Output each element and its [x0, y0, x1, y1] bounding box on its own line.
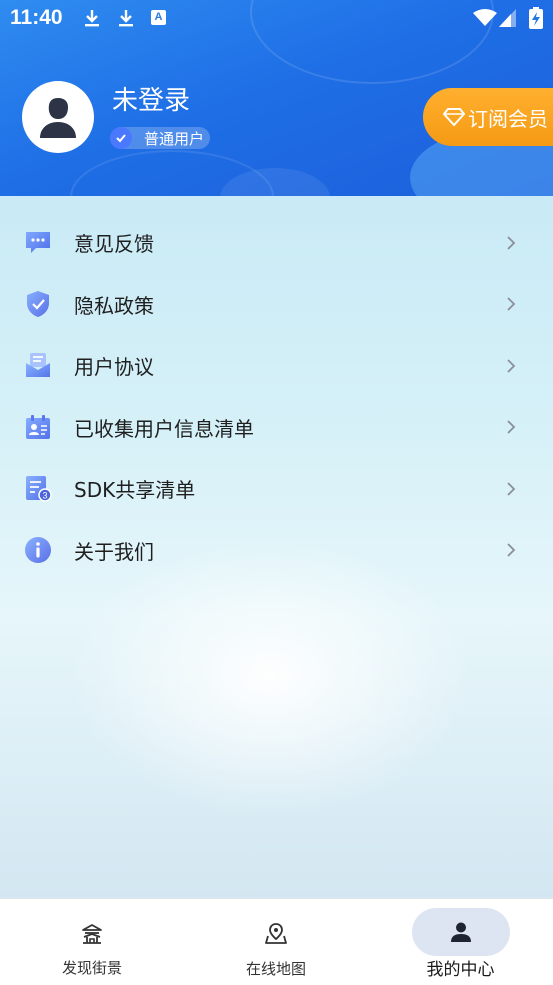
menu-item-label: 意见反馈 [74, 232, 154, 257]
badge-check-icon [110, 127, 132, 149]
info-icon [25, 536, 51, 563]
sdk-list-icon: 3 [26, 476, 52, 502]
menu-item-label: SDK共享清单 [74, 478, 196, 503]
svg-text:3: 3 [42, 491, 47, 501]
user-name[interactable]: 未登录 [112, 80, 190, 117]
status-bar: 11:40 A [0, 0, 553, 38]
menu-list: 意见反馈 隐私政策 用户协议 已收集用户信息清单 3 SDK共享清单 关于我们 [0, 212, 553, 581]
chevron-right-icon [507, 236, 516, 250]
battery-charging-icon [529, 7, 543, 29]
menu-item-sdk-list[interactable]: 3 SDK共享清单 [0, 458, 553, 520]
a-notification-icon: A [151, 10, 166, 25]
tab-label: 在线地图 [245, 960, 306, 978]
agreement-icon [26, 353, 50, 377]
user-level-label: 普通用户 [144, 129, 205, 148]
status-time: 11:40 [10, 6, 63, 29]
chevron-right-icon [507, 297, 516, 311]
menu-item-label: 已收集用户信息清单 [74, 416, 254, 441]
chevron-right-icon [507, 359, 516, 373]
download-icon [85, 10, 99, 27]
tab-label: 发现街景 [61, 959, 122, 977]
pagoda-icon [82, 924, 102, 944]
shield-icon [27, 290, 49, 317]
profile-header: 11:40 A 未登录 普通用户 订阅会员 [0, 0, 553, 196]
menu-item-label: 关于我们 [74, 539, 154, 564]
user-silhouette-icon [40, 98, 76, 138]
subscribe-vip-button[interactable]: 订阅会员 [423, 88, 553, 146]
diamond-icon [443, 108, 465, 126]
menu-item-privacy-policy[interactable]: 隐私政策 [0, 274, 553, 336]
feedback-icon [26, 232, 50, 253]
menu-item-about-us[interactable]: 关于我们 [0, 520, 553, 582]
wifi-icon [473, 9, 497, 26]
user-icon [451, 922, 471, 942]
id-card-icon [26, 414, 50, 439]
menu-item-label: 用户协议 [74, 355, 154, 380]
chevron-right-icon [507, 420, 516, 434]
signal-icon [499, 9, 516, 27]
download-icon [119, 10, 133, 27]
avatar[interactable] [22, 81, 94, 153]
tab-my-center[interactable]: 我的中心 [368, 899, 553, 985]
bottom-navigation: 发现街景 在线地图 我的中心 [0, 898, 553, 985]
tab-label: 我的中心 [426, 960, 495, 980]
chevron-right-icon [507, 543, 516, 557]
map-pin-icon [265, 923, 287, 944]
menu-item-feedback[interactable]: 意见反馈 [0, 212, 553, 274]
menu-item-label: 隐私政策 [74, 293, 154, 318]
tab-discover-street-view[interactable]: 发现街景 [0, 899, 184, 985]
user-level-badge: 普通用户 [110, 127, 211, 149]
subscribe-vip-label: 订阅会员 [468, 106, 548, 131]
tab-online-map[interactable]: 在线地图 [184, 899, 368, 985]
settings-content: 意见反馈 隐私政策 用户协议 已收集用户信息清单 3 SDK共享清单 关于我们 [0, 196, 553, 898]
menu-item-user-agreement[interactable]: 用户协议 [0, 335, 553, 397]
chevron-right-icon [507, 482, 516, 496]
menu-item-collected-info[interactable]: 已收集用户信息清单 [0, 397, 553, 459]
